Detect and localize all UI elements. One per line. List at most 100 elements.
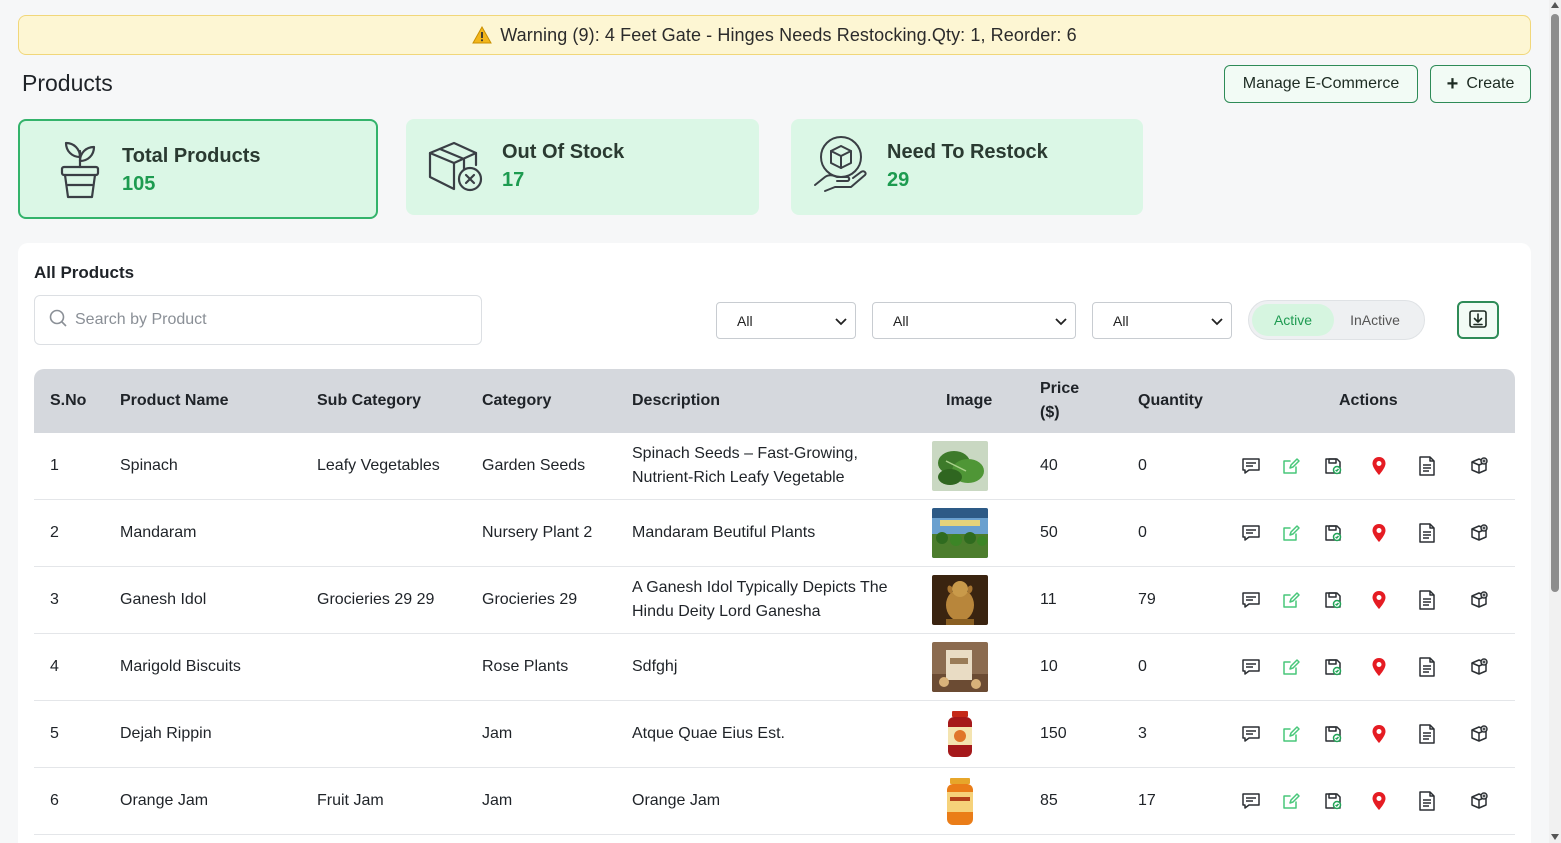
toggle-inactive[interactable]: InActive: [1334, 304, 1416, 336]
col-price: Price ($): [1040, 380, 1080, 421]
product-thumbnail: [932, 433, 988, 499]
stat-label: Need To Restock: [887, 141, 1048, 163]
comment-icon[interactable]: [1240, 522, 1262, 544]
stat-value: 29: [887, 169, 910, 191]
table-row: 3 Ganesh Idol Grocieries 29 29 Grocieries 2…: [34, 567, 1515, 634]
cell-sub-category: [317, 634, 467, 700]
row-actions: [1230, 500, 1500, 566]
stat-value: 17: [502, 169, 525, 191]
scroll-down-arrow[interactable]: [1551, 834, 1559, 840]
stat-card-need-to-restock[interactable]: Need To Restock 29: [791, 119, 1143, 215]
edit-icon[interactable]: [1280, 790, 1302, 812]
box-add-icon[interactable]: [1468, 656, 1490, 678]
filter-select-1[interactable]: All: [716, 302, 856, 339]
document-icon[interactable]: [1416, 723, 1438, 745]
plant-pot-icon: [50, 137, 110, 201]
scroll-up-arrow[interactable]: [1551, 2, 1559, 8]
location-pin-icon[interactable]: [1368, 656, 1390, 678]
cell-quantity: 17: [1138, 792, 1156, 809]
table-row: 6 Orange Jam Fruit Jam Jam Orange Jam 85 17: [34, 768, 1515, 835]
comment-icon[interactable]: [1240, 723, 1262, 745]
location-pin-icon[interactable]: [1368, 455, 1390, 477]
edit-icon[interactable]: [1280, 522, 1302, 544]
warning-banner: Warning (9): 4 Feet Gate - Hinges Needs …: [18, 15, 1531, 55]
edit-icon[interactable]: [1280, 656, 1302, 678]
box-add-icon[interactable]: [1468, 790, 1490, 812]
cell-quantity: 79: [1138, 591, 1156, 608]
panel-title: All Products: [34, 263, 135, 282]
save-icon[interactable]: [1322, 656, 1344, 678]
cell-product-name: Mandaram: [120, 524, 197, 541]
stat-card-total-products[interactable]: Total Products 105: [18, 119, 378, 219]
document-icon[interactable]: [1416, 790, 1438, 812]
location-pin-icon[interactable]: [1368, 589, 1390, 611]
product-thumbnail: [932, 634, 988, 700]
cell-price: 11: [1040, 591, 1057, 608]
toggle-active[interactable]: Active: [1252, 304, 1334, 336]
cell-description: Mandaram Beutiful Plants: [632, 524, 816, 541]
chevron-down-icon: [1211, 313, 1223, 329]
cell-description: Atque Quae Eius Est.: [632, 725, 785, 742]
save-icon[interactable]: [1322, 522, 1344, 544]
cell-quantity: 3: [1138, 725, 1147, 742]
cell-description: Orange Jam: [632, 792, 721, 809]
col-product-name: Product Name: [120, 392, 229, 409]
cell-sno: 3: [50, 591, 59, 608]
location-pin-icon[interactable]: [1368, 790, 1390, 812]
cell-category: Jam: [482, 725, 513, 742]
table-header: S.No Product Name Sub Category Category …: [34, 369, 1515, 433]
comment-icon[interactable]: [1240, 455, 1262, 477]
products-panel: All Products All All All Active InActive…: [18, 243, 1531, 843]
stat-card-out-of-stock[interactable]: Out Of Stock 17: [406, 119, 759, 215]
product-thumbnail: [932, 500, 988, 566]
create-button[interactable]: + Create: [1430, 65, 1531, 103]
download-button[interactable]: [1457, 301, 1499, 339]
save-icon[interactable]: [1322, 790, 1344, 812]
col-sub-category: Sub Category: [317, 392, 422, 409]
filter-select-value: All: [1113, 312, 1129, 329]
save-icon[interactable]: [1322, 589, 1344, 611]
document-icon[interactable]: [1416, 589, 1438, 611]
product-thumbnail: [932, 701, 988, 767]
location-pin-icon[interactable]: [1368, 723, 1390, 745]
cell-price: 10: [1040, 658, 1058, 675]
cell-product-name: Ganesh Idol: [120, 591, 207, 608]
edit-icon[interactable]: [1280, 723, 1302, 745]
cell-category: Garden Seeds: [482, 457, 586, 474]
location-pin-icon[interactable]: [1368, 522, 1390, 544]
document-icon[interactable]: [1416, 455, 1438, 477]
filter-select-3[interactable]: All: [1092, 302, 1232, 339]
box-add-icon[interactable]: [1468, 522, 1490, 544]
cell-product-name: Dejah Rippin: [120, 725, 212, 742]
comment-icon[interactable]: [1240, 589, 1262, 611]
search-box[interactable]: [34, 295, 482, 345]
row-actions: [1230, 567, 1500, 633]
document-icon[interactable]: [1416, 522, 1438, 544]
cell-price: 85: [1040, 792, 1058, 809]
cell-description: A Ganesh Idol Typically Depicts The Hind…: [632, 579, 888, 620]
page-title: Products: [22, 70, 113, 96]
edit-icon[interactable]: [1280, 455, 1302, 477]
save-icon[interactable]: [1322, 723, 1344, 745]
box-add-icon[interactable]: [1468, 723, 1490, 745]
comment-icon[interactable]: [1240, 656, 1262, 678]
save-icon[interactable]: [1322, 455, 1344, 477]
cell-sno: 2: [50, 524, 59, 541]
comment-icon[interactable]: [1240, 790, 1262, 812]
manage-ecommerce-label: Manage E-Commerce: [1242, 75, 1400, 92]
search-input[interactable]: [75, 311, 455, 329]
product-thumbnail: [932, 567, 988, 633]
filter-select-value: All: [737, 312, 753, 329]
box-add-icon[interactable]: [1468, 589, 1490, 611]
document-icon[interactable]: [1416, 656, 1438, 678]
scrollbar-thumb[interactable]: [1551, 14, 1559, 592]
filter-select-2[interactable]: All: [872, 302, 1076, 339]
col-category: Category: [482, 392, 552, 409]
manage-ecommerce-button[interactable]: Manage E-Commerce: [1224, 65, 1418, 103]
products-table: S.No Product Name Sub Category Category …: [34, 369, 1515, 835]
col-sno: S.No: [50, 392, 87, 409]
box-add-icon[interactable]: [1468, 455, 1490, 477]
edit-icon[interactable]: [1280, 589, 1302, 611]
cell-product-name: Marigold Biscuits: [120, 658, 241, 675]
table-row: 1 Spinach Leafy Vegetables Garden Seeds Spin…: [34, 433, 1515, 500]
